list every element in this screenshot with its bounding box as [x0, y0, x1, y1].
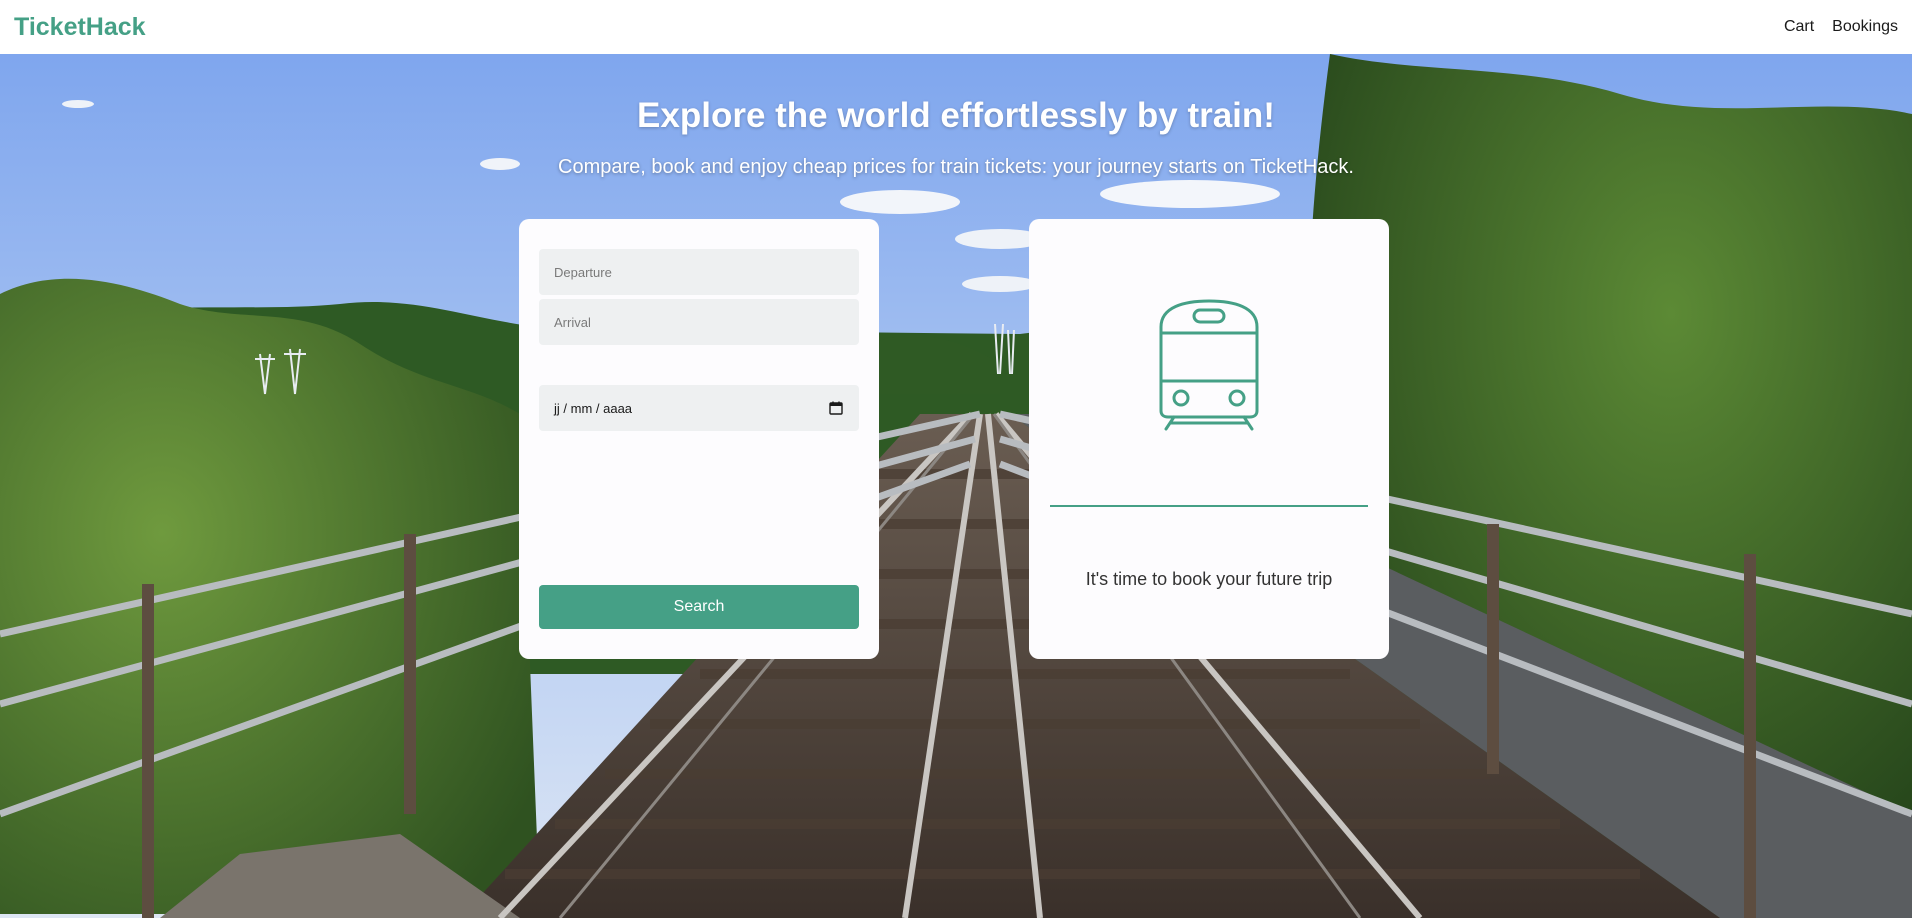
- search-button[interactable]: Search: [539, 585, 859, 629]
- nav-link-cart[interactable]: Cart: [1784, 18, 1814, 36]
- arrival-input[interactable]: [539, 299, 859, 345]
- hero-subtitle: Compare, book and enjoy cheap prices for…: [558, 156, 1354, 178]
- nav-links: Cart Bookings: [1784, 18, 1898, 36]
- info-message: It's time to book your future trip: [1085, 569, 1333, 589]
- hero-title: Explore the world effortlessly by train!: [637, 96, 1275, 135]
- nav-link-bookings[interactable]: Bookings: [1832, 18, 1898, 36]
- search-card: jj / mm / aaaa Search: [519, 219, 879, 659]
- info-divider: [1050, 505, 1368, 507]
- calendar-icon[interactable]: [828, 400, 844, 416]
- info-card: It's time to book your future trip: [1029, 219, 1389, 659]
- top-navbar: TicketHack Cart Bookings: [0, 0, 1912, 54]
- date-input[interactable]: jj / mm / aaaa: [539, 385, 859, 431]
- hero-section: Explore the world effortlessly by train!…: [0, 54, 1912, 918]
- departure-input[interactable]: [539, 249, 859, 295]
- date-input-placeholder: jj / mm / aaaa: [554, 400, 633, 416]
- hero-background-image: [0, 54, 1912, 918]
- train-icon: [1159, 299, 1259, 431]
- brand-logo[interactable]: TicketHack: [14, 13, 146, 42]
